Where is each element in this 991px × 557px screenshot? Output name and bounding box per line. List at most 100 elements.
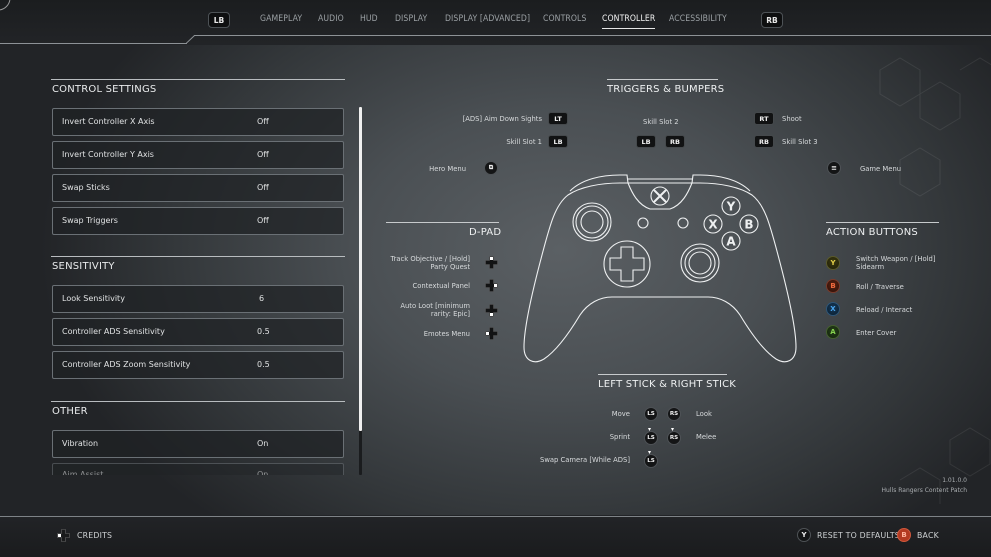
right-stick-outline xyxy=(680,243,720,283)
setting-label: Controller ADS Sensitivity xyxy=(62,327,165,336)
mapping-label-a: Enter Cover xyxy=(856,329,897,337)
back-button[interactable]: BACK xyxy=(917,531,939,540)
lb-button-icon: LB xyxy=(636,135,656,148)
section-divider xyxy=(598,374,727,375)
mapping-label-x: Reload / Interact xyxy=(856,306,913,314)
mapping-label-game-menu: Game Menu xyxy=(860,165,902,173)
mapping-label-dpad-left: Emotes Menu xyxy=(360,330,470,338)
section-title-control-settings: CONTROL SETTINGS xyxy=(52,84,157,95)
setting-row-ads-zoom-sensitivity[interactable]: Controller ADS Zoom Sensitivity 0.5 xyxy=(52,351,344,379)
controller-body-outline xyxy=(523,182,797,363)
setting-label: Invert Controller X Axis xyxy=(62,117,155,126)
setting-value: 6 xyxy=(259,294,265,303)
view-button-outline xyxy=(637,217,649,229)
rb-bumper-button[interactable]: RB xyxy=(761,12,783,28)
mapping-label-aim: [ADS] Aim Down Sights xyxy=(462,115,542,123)
credits-button[interactable]: CREDITS xyxy=(77,531,112,540)
mapping-label-skill-2: Skill Slot 2 xyxy=(643,118,679,126)
left-stick-click-icon: LS ▾ xyxy=(644,450,658,468)
setting-row-ads-sensitivity[interactable]: Controller ADS Sensitivity 0.5 xyxy=(52,318,344,346)
right-stick-click-icon: RS ▾ xyxy=(667,427,681,445)
tab-display-advanced[interactable]: DISPLAY [ADVANCED] xyxy=(445,14,530,24)
controller-diagram: Y X B A xyxy=(523,174,797,363)
tab-audio[interactable]: AUDIO xyxy=(318,14,344,24)
face-button-y-label: Y xyxy=(726,200,736,214)
setting-value: Off xyxy=(257,150,269,159)
mapping-label-melee: Melee xyxy=(696,433,717,441)
section-divider xyxy=(386,222,499,223)
press-indicator-icon: ▾ xyxy=(648,426,652,433)
left-stick-click-icon: LS ▾ xyxy=(644,427,658,445)
mapping-label-sprint: Sprint xyxy=(609,433,630,441)
dpad-left-icon xyxy=(57,529,70,542)
tab-controls[interactable]: CONTROLS xyxy=(543,14,586,24)
face-button-x-label: X xyxy=(708,218,718,232)
y-button-icon: Y xyxy=(826,256,840,270)
label-line: rarity: Epic] xyxy=(430,310,470,318)
tab-controller[interactable]: CONTROLLER xyxy=(602,14,656,29)
mapping-label-shoot: Shoot xyxy=(782,115,802,123)
x-button-icon: X xyxy=(826,302,840,316)
setting-row-look-sensitivity[interactable]: Look Sensitivity 6 xyxy=(52,285,344,313)
setting-row-vibration[interactable]: Vibration On xyxy=(52,430,344,458)
dpad-up-icon xyxy=(485,256,498,269)
mapping-label-b: Roll / Traverse xyxy=(856,283,904,291)
setting-value: On xyxy=(257,439,269,448)
setting-row-invert-y[interactable]: Invert Controller Y Axis Off xyxy=(52,141,344,169)
lt-button-icon: LT xyxy=(548,112,568,125)
setting-row-swap-triggers[interactable]: Swap Triggers Off xyxy=(52,207,344,235)
section-divider xyxy=(826,222,939,223)
setting-value: Off xyxy=(257,117,269,126)
tab-hud[interactable]: HUD xyxy=(360,14,378,24)
setting-value: 0.5 xyxy=(257,360,270,369)
left-stick-outline xyxy=(572,202,612,242)
menu-button-outline xyxy=(677,217,689,229)
dpad-cross-outline xyxy=(609,246,645,282)
section-divider xyxy=(51,256,345,257)
label-line: Party Quest xyxy=(430,263,470,271)
a-button-icon: A xyxy=(826,325,840,339)
lb-button-icon: LB xyxy=(548,135,568,148)
mapping-label-y: Switch Weapon / [Hold] Sidearm xyxy=(856,255,935,271)
setting-row-aim-assist[interactable]: Aim Assist On xyxy=(52,463,344,475)
section-title-dpad: D-PAD xyxy=(469,227,502,238)
right-stick-icon: RS xyxy=(667,407,681,421)
setting-value: Off xyxy=(257,183,269,192)
rt-button-icon: RT xyxy=(754,112,774,125)
tab-gameplay[interactable]: GAMEPLAY xyxy=(260,14,302,24)
version-number: 1.01.0.0 xyxy=(942,477,967,484)
face-button-b-label: B xyxy=(744,218,753,232)
dpad-ring-outline xyxy=(603,240,651,288)
setting-row-swap-sticks[interactable]: Swap Sticks Off xyxy=(52,174,344,202)
mapping-label-dpad-right: Contextual Panel xyxy=(360,282,471,290)
setting-label: Vibration xyxy=(62,439,99,448)
rb-button-icon: RB xyxy=(754,135,774,148)
setting-row-invert-x[interactable]: Invert Controller X Axis Off xyxy=(52,108,344,136)
setting-value: 0.5 xyxy=(257,327,270,336)
lb-bumper-button[interactable]: LB xyxy=(208,12,230,28)
reset-to-defaults-button[interactable]: RESET TO DEFAULTS xyxy=(817,531,900,540)
mapping-label-dpad-down: Auto Loot [minimum rarity: Epic] xyxy=(360,302,470,318)
rb-button-icon: RB xyxy=(665,135,685,148)
mapping-label-look: Look xyxy=(696,410,712,418)
tab-accessibility[interactable]: ACCESSIBILITY xyxy=(669,14,727,24)
version-name: Hulls Rangers Content Patch xyxy=(881,487,967,494)
setting-label: Look Sensitivity xyxy=(62,294,125,303)
mapping-label-swap-camera: Swap Camera [While ADS] xyxy=(540,456,630,464)
hex-pattern-decoration xyxy=(879,57,991,504)
section-title-sticks: LEFT STICK & RIGHT STICK xyxy=(598,379,737,390)
section-divider xyxy=(51,79,345,80)
setting-value: On xyxy=(257,470,269,475)
mapping-label-hero-menu: Hero Menu xyxy=(429,165,466,173)
label-line: Sidearm xyxy=(856,263,885,271)
tab-display[interactable]: DISPLAY xyxy=(395,14,427,24)
section-title-sensitivity: SENSITIVITY xyxy=(52,261,115,272)
left-stick-cap xyxy=(580,210,604,234)
label-line: Switch Weapon / [Hold] xyxy=(856,255,936,263)
press-indicator-icon: ▾ xyxy=(671,426,675,433)
mapping-label-dpad-up: Track Objective / [Hold] Party Quest xyxy=(360,255,470,271)
face-button-a-label: A xyxy=(726,235,736,249)
setting-label: Aim Assist xyxy=(62,470,104,475)
y-button-icon: Y xyxy=(797,528,811,542)
setting-value: Off xyxy=(257,216,269,225)
